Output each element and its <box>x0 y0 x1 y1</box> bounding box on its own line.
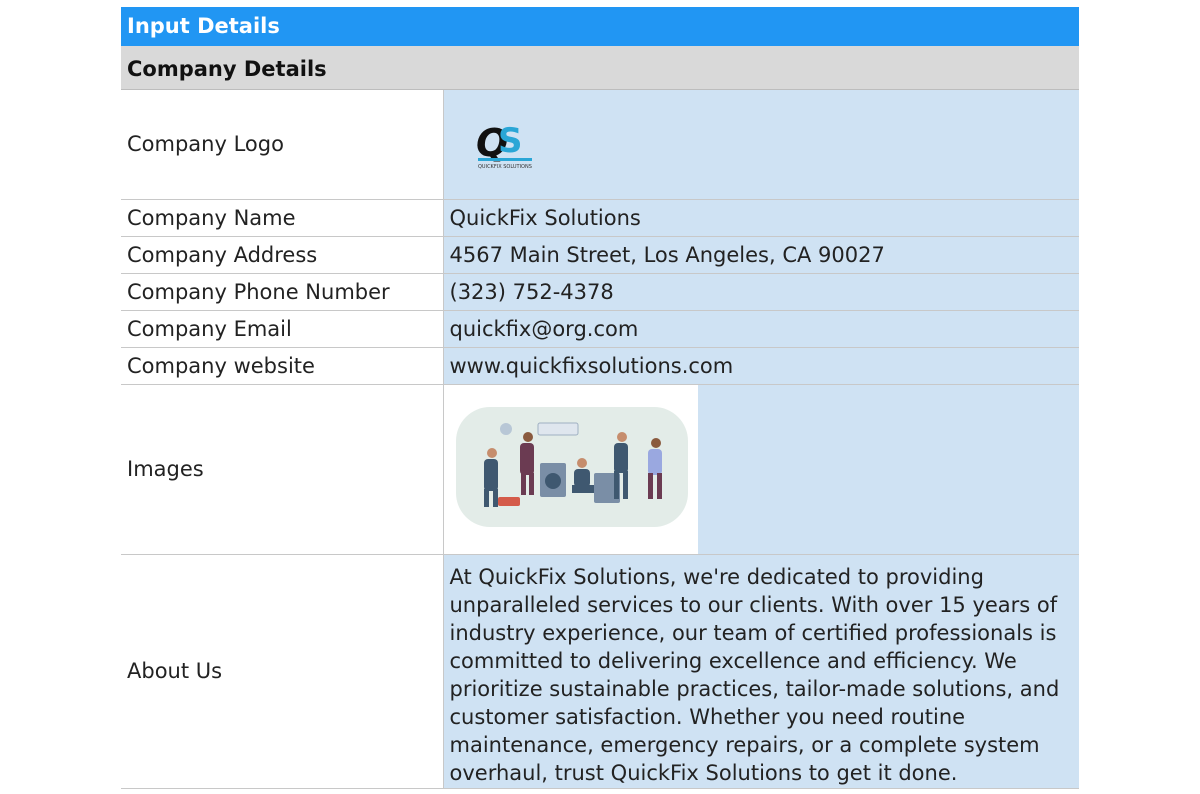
table-row-name: Company Name QuickFix Solutions <box>121 199 1079 237</box>
images-label: Images <box>121 384 444 555</box>
company-name-label: Company Name <box>121 199 444 237</box>
company-name-value[interactable]: QuickFix Solutions <box>443 199 1079 237</box>
company-details-section-header: Company Details <box>121 46 1079 90</box>
logo-wordmark: QUICKFIX SOLUTIONS <box>478 164 532 170</box>
about-us-label: About Us <box>121 554 444 789</box>
images-cell[interactable] <box>443 384 1079 555</box>
company-address-label: Company Address <box>121 236 444 274</box>
company-email-value[interactable]: quickfix@org.com <box>443 310 1079 348</box>
company-details-sheet: Input Details Company Details Company Lo… <box>121 7 1079 789</box>
about-us-text: At QuickFix Solutions, we're dedicated t… <box>449 564 1060 785</box>
company-address-value[interactable]: 4567 Main Street, Los Angeles, CA 90027 <box>443 236 1079 274</box>
company-phone-label: Company Phone Number <box>121 273 444 311</box>
table-row-email: Company Email quickfix@org.com <box>121 310 1079 348</box>
table-row-website: Company website www.quickfixsolutions.co… <box>121 347 1079 385</box>
company-phone-value[interactable]: (323) 752-4378 <box>443 273 1079 311</box>
technicians-illustration <box>443 384 698 554</box>
company-logo-image: Q S QUICKFIX SOLUTIONS <box>476 121 532 170</box>
table-row-about: About Us At QuickFix Solutions, we're de… <box>121 554 1079 789</box>
company-website-label: Company website <box>121 347 444 385</box>
table-row-address: Company Address 4567 Main Street, Los An… <box>121 236 1079 274</box>
svg-text:S: S <box>498 121 523 161</box>
technicians-illustration-svg <box>455 406 688 527</box>
input-details-header: Input Details <box>121 7 1079 46</box>
about-us-cell[interactable]: At QuickFix Solutions, we're dedicated t… <box>443 554 1079 789</box>
company-logo-cell[interactable]: Q S QUICKFIX SOLUTIONS <box>443 90 1079 200</box>
table-row-logo: Company Logo Q S QUICKFIX SOLUTIONS <box>121 90 1079 200</box>
company-details-table: Company Logo Q S QUICKFIX SOLUTIONS Comp… <box>121 90 1079 789</box>
company-logo-label: Company Logo <box>121 90 444 200</box>
table-row-phone: Company Phone Number (323) 752-4378 <box>121 273 1079 311</box>
table-row-images: Images <box>121 384 1079 555</box>
company-email-label: Company Email <box>121 310 444 348</box>
company-website-value[interactable]: www.quickfixsolutions.com <box>443 347 1079 385</box>
